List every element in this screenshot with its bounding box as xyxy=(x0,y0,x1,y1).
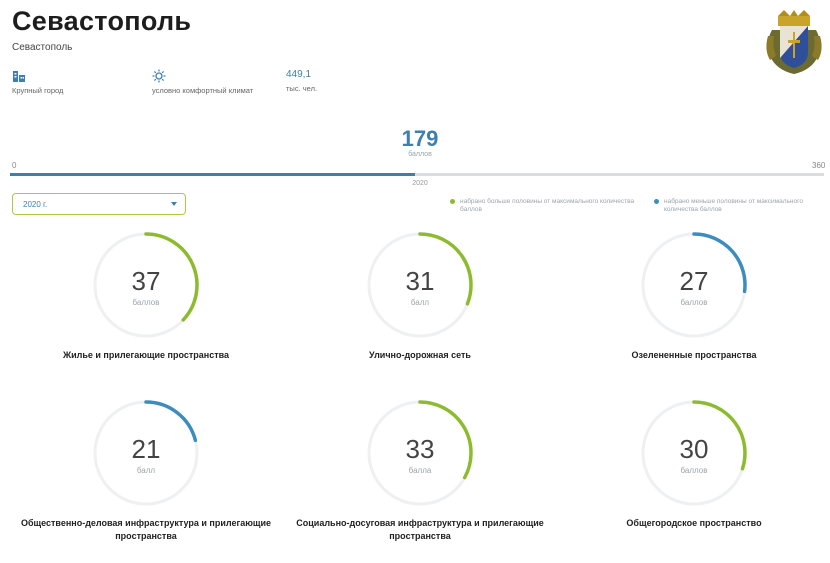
index-card-business: 21 балл Общественно-деловая инфраструкту… xyxy=(8,398,284,563)
legend-above-half-text: набрано больше половины от максимального… xyxy=(460,198,635,213)
population-value: 449,1 xyxy=(286,69,312,80)
sun-climate-icon xyxy=(152,69,166,83)
index-name: Общественно-деловая инфраструктура и при… xyxy=(20,518,272,541)
total-score-label: баллов xyxy=(408,151,432,158)
city-buildings-icon xyxy=(13,71,25,82)
index-score-value: 27 xyxy=(679,266,709,296)
city-size-info: Крупный город xyxy=(12,68,63,95)
legend-below-half: набрано меньше половины от максимального… xyxy=(654,198,824,214)
climate-label: условно комфортный климат xyxy=(152,86,254,95)
index-name: Общегородское пространство xyxy=(626,518,762,528)
scale-max-label: 360 xyxy=(812,161,826,170)
index-score-value: 30 xyxy=(679,434,709,464)
population-unit: тыс. чел. xyxy=(286,84,318,93)
index-name: Жилье и прилегающие пространства xyxy=(62,350,230,360)
index-card-green-spaces: 27 баллов Озелененные пространства xyxy=(556,230,830,395)
index-score-unit: баллов xyxy=(680,466,708,475)
legend-green-dot-icon xyxy=(450,199,455,204)
coat-of-arms-emblem xyxy=(766,10,822,74)
population-info: 449,1 тыс. чел. xyxy=(286,68,317,93)
year-select[interactable]: 2020 г. xyxy=(12,193,186,215)
index-card-streets: 31 балл Улично-дорожная сеть xyxy=(282,230,558,395)
index-score-value: 37 xyxy=(131,266,161,296)
index-score-value: 33 xyxy=(405,434,435,464)
year-select-value: 2020 г. xyxy=(23,200,48,209)
index-name: Социально-досуговая инфраструктура и при… xyxy=(296,518,544,541)
index-score-unit: балл xyxy=(410,298,430,307)
index-name: Озелененные пространства xyxy=(631,350,757,360)
legend-blue-dot-icon xyxy=(654,199,659,204)
scale-min-label: 0 xyxy=(12,161,17,170)
total-score-value: 179 xyxy=(401,126,439,151)
scale-year-label: 2020 xyxy=(412,180,428,187)
index-score-unit: баллов xyxy=(132,298,160,307)
index-score-unit: балла xyxy=(408,466,432,475)
index-score-value: 31 xyxy=(405,266,435,296)
index-card-citywide: 30 баллов Общегородское пространство xyxy=(556,398,830,563)
index-card-leisure: 33 балла Социально-досуговая инфраструкт… xyxy=(282,398,558,563)
climate-info: условно комфортный климат xyxy=(152,68,262,95)
index-score-unit: баллов xyxy=(680,298,708,307)
index-score-unit: балл xyxy=(136,466,156,475)
chevron-down-icon xyxy=(171,202,177,206)
total-score-progress-fill xyxy=(10,173,415,176)
legend-below-half-text: набрано меньше половины от максимального… xyxy=(664,198,803,213)
page-subtitle: Севастополь xyxy=(12,42,73,53)
index-name: Улично-дорожная сеть xyxy=(369,350,471,360)
page-title: Севастополь xyxy=(12,6,192,36)
city-size-label: Крупный город xyxy=(12,86,64,95)
legend-above-half: набрано больше половины от максимального… xyxy=(450,198,635,214)
total-score-progress-track xyxy=(10,173,824,176)
index-card-housing: 37 баллов Жилье и прилегающие пространст… xyxy=(8,230,284,395)
index-score-value: 21 xyxy=(131,434,161,464)
